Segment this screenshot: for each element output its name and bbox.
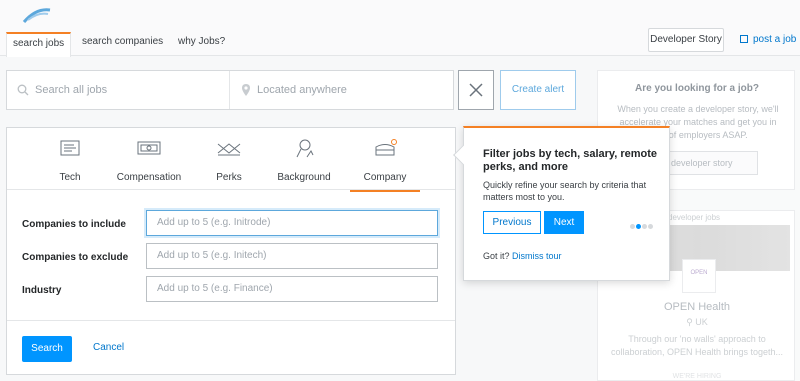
- progress-dot: [642, 224, 647, 229]
- previous-button[interactable]: Previous: [483, 211, 541, 234]
- logo-icon[interactable]: [22, 6, 52, 24]
- panel-divider: [7, 320, 455, 321]
- company-icon: [375, 139, 397, 156]
- tour-body: Quickly refine your search by criteria t…: [483, 180, 647, 202]
- companies-include-label: Companies to include: [22, 219, 126, 230]
- tech-icon: [60, 140, 80, 156]
- tour-popover: Filter jobs by tech, salary, remote perk…: [453, 126, 670, 281]
- progress-dot: [648, 224, 653, 229]
- location-input[interactable]: Located anywhere: [257, 71, 347, 109]
- search-divider: [229, 71, 230, 109]
- companies-exclude-label: Companies to exclude: [22, 252, 129, 263]
- category-label: Compensation: [116, 172, 182, 183]
- job-search-input[interactable]: Search all jobs: [35, 71, 107, 109]
- job-search-bar: Search all jobs Located anywhere: [6, 70, 454, 110]
- post-job-label: post a job: [753, 34, 797, 45]
- companies-include-input[interactable]: Add up to 5 (e.g. Initrode): [146, 210, 438, 236]
- got-it-label: Got it?: [483, 251, 510, 261]
- tour-footer: Got it? Dismiss tour: [483, 251, 562, 261]
- tab-search-companies[interactable]: search companies: [76, 32, 169, 56]
- industry-input[interactable]: Add up to 5 (e.g. Finance): [146, 276, 438, 302]
- clear-search-button[interactable]: [458, 70, 494, 110]
- tour-title: Filter jobs by tech, salary, remote perk…: [483, 148, 658, 173]
- top-bar: search jobs search companies why Jobs? D…: [0, 0, 800, 57]
- category-background[interactable]: Background: [269, 138, 339, 183]
- tab-search-jobs[interactable]: search jobs: [6, 32, 72, 57]
- filter-categories: Tech Compensation Perks Background Compa…: [7, 128, 455, 192]
- companies-exclude-input[interactable]: Add up to 5 (e.g. Initech): [146, 243, 438, 269]
- category-label: Tech: [59, 172, 81, 183]
- tour-progress-dots: [630, 220, 654, 232]
- next-button[interactable]: Next: [544, 211, 584, 234]
- category-perks[interactable]: Perks: [194, 138, 264, 183]
- cancel-button[interactable]: Cancel: [93, 342, 124, 353]
- external-link-icon: [740, 35, 748, 43]
- category-company[interactable]: Company: [350, 138, 420, 192]
- tab-why-jobs[interactable]: why Jobs?: [172, 32, 231, 56]
- category-label: Perks: [216, 172, 242, 183]
- industry-label: Industry: [22, 285, 62, 296]
- dismiss-tour-link[interactable]: Dismiss tour: [512, 251, 562, 261]
- location-pin-icon: [242, 84, 250, 96]
- compensation-icon: [137, 141, 161, 155]
- category-label: Background: [277, 172, 331, 183]
- perks-icon: [217, 143, 241, 156]
- close-icon: [469, 83, 483, 97]
- progress-dot: [630, 224, 635, 229]
- create-alert-button[interactable]: Create alert: [500, 70, 576, 110]
- developer-story-button[interactable]: Developer Story: [648, 28, 724, 52]
- category-label: Company: [363, 172, 407, 183]
- popover-arrow: [453, 145, 473, 165]
- background-icon: [296, 139, 314, 158]
- search-icon: [17, 84, 29, 96]
- progress-dot-active: [636, 224, 641, 229]
- category-compensation[interactable]: Compensation: [114, 138, 184, 183]
- filter-panel: Tech Compensation Perks Background Compa…: [6, 127, 456, 375]
- search-button[interactable]: Search: [22, 336, 72, 362]
- post-job-link[interactable]: post a job: [740, 34, 796, 45]
- category-tech[interactable]: Tech: [35, 138, 105, 183]
